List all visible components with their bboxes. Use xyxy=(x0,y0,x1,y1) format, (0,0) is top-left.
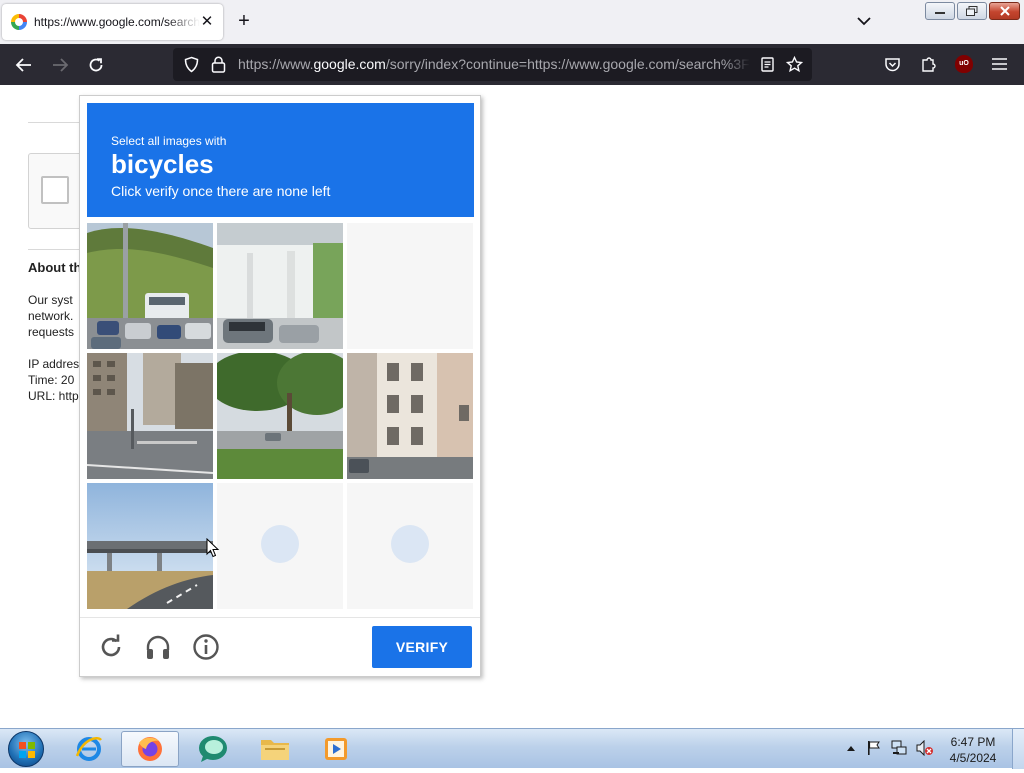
volume-muted-icon[interactable] xyxy=(916,740,934,756)
footer-divider xyxy=(80,617,480,618)
firefox-icon xyxy=(138,737,162,761)
minimize-icon[interactable] xyxy=(925,2,955,20)
taskbar-chat-app[interactable] xyxy=(184,731,242,767)
tab-bar: https://www.google.com/search?q ✕ + xyxy=(0,0,1024,44)
image-tile[interactable] xyxy=(347,223,473,349)
verify-button[interactable]: VERIFY xyxy=(372,626,472,668)
arrow-left-icon[interactable] xyxy=(13,54,35,76)
image-tile[interactable] xyxy=(347,353,473,479)
windows-taskbar: 6:47 PM 4/5/2024 xyxy=(0,728,1024,769)
about-text-line: requests xyxy=(28,325,75,339)
shield-icon[interactable] xyxy=(183,56,200,73)
image-tile[interactable] xyxy=(347,483,473,609)
google-g-icon xyxy=(11,14,27,30)
taskbar-internet-explorer[interactable] xyxy=(60,731,118,767)
info-icon[interactable] xyxy=(192,633,220,661)
image-tile[interactable] xyxy=(87,353,213,479)
arrow-right-icon[interactable] xyxy=(49,54,71,76)
clock-time: 6:47 PM xyxy=(950,735,996,749)
image-grid xyxy=(87,223,474,610)
image-tile[interactable] xyxy=(217,483,343,609)
url-host: google.com xyxy=(313,56,386,72)
challenge-header: Select all images with bicycles Click ve… xyxy=(87,103,474,217)
image-tile[interactable] xyxy=(87,223,213,349)
restore-icon[interactable] xyxy=(957,2,987,20)
clock-date: 4/5/2024 xyxy=(949,751,997,765)
plus-icon[interactable]: + xyxy=(234,11,254,31)
taskbar-clock[interactable]: 6:47 PM 4/5/2024 xyxy=(942,734,1004,766)
challenge-keyword: bicycles xyxy=(111,149,214,179)
reload-icon[interactable] xyxy=(85,54,107,76)
url-path: /sorry/index?continue=https://www.google… xyxy=(385,56,750,72)
url-text[interactable]: https://www.google.com/sorry/index?conti… xyxy=(238,56,750,72)
window-controls xyxy=(925,2,1022,20)
reader-view-icon[interactable] xyxy=(760,57,775,72)
reload-challenge-icon[interactable] xyxy=(97,633,125,661)
media-player-icon xyxy=(325,738,347,760)
tab-close-icon[interactable]: ✕ xyxy=(199,14,215,30)
taskbar-firefox[interactable] xyxy=(121,731,179,767)
recaptcha-challenge-dialog: Select all images with bicycles Click ve… xyxy=(79,95,481,677)
ublock-icon[interactable]: uO xyxy=(955,55,973,73)
challenge-subinstruction: Click verify once there are none left xyxy=(111,183,331,199)
selected-check-icon xyxy=(261,525,299,563)
request-meta: IP addres Time: 20 URL: http xyxy=(28,356,79,404)
show-hidden-icons-icon[interactable] xyxy=(846,744,856,752)
tab-title: https://www.google.com/search?q xyxy=(34,15,200,29)
taskbar-file-explorer[interactable] xyxy=(246,731,304,767)
pocket-icon[interactable] xyxy=(884,56,901,73)
challenge-instruction: Select all images with xyxy=(111,134,227,148)
time-line: Time: 20 xyxy=(28,373,75,387)
about-text: Our syst network. requests xyxy=(28,292,74,340)
chevron-down-icon[interactable] xyxy=(855,12,873,30)
extensions-icon[interactable] xyxy=(920,55,937,73)
selected-check-icon xyxy=(391,525,429,563)
bookmark-star-icon[interactable] xyxy=(786,56,803,73)
start-button[interactable] xyxy=(8,731,44,767)
about-text-line: network. xyxy=(28,309,74,323)
windows-logo-icon xyxy=(19,742,35,758)
network-icon[interactable] xyxy=(890,740,908,756)
url-line[interactable]: URL: http xyxy=(28,388,79,404)
about-text-line: Our syst xyxy=(28,293,73,307)
internet-explorer-icon xyxy=(75,737,102,761)
file-explorer-icon xyxy=(261,740,289,760)
image-tile[interactable] xyxy=(217,353,343,479)
image-tile[interactable] xyxy=(217,223,343,349)
audio-headphones-icon[interactable] xyxy=(144,633,172,661)
chat-app-icon xyxy=(199,736,227,762)
action-center-flag-icon[interactable] xyxy=(866,740,882,756)
browser-tab[interactable]: https://www.google.com/search?q ✕ xyxy=(2,4,223,40)
image-tile[interactable] xyxy=(87,483,213,609)
hamburger-menu-icon[interactable] xyxy=(991,56,1008,72)
url-bar[interactable]: https://www.google.com/sorry/index?conti… xyxy=(173,48,812,81)
navigation-toolbar: https://www.google.com/sorry/index?conti… xyxy=(0,44,1024,85)
lock-icon[interactable] xyxy=(211,56,226,73)
taskbar-media-player[interactable] xyxy=(307,731,365,767)
show-desktop-button[interactable] xyxy=(1012,729,1024,769)
about-heading: About th xyxy=(28,260,82,275)
ip-address-line: IP addres xyxy=(28,357,80,371)
ublock-badge-text: uO xyxy=(959,60,969,67)
close-icon[interactable] xyxy=(989,2,1020,20)
url-prefix: https://www. xyxy=(238,56,314,72)
mouse-cursor-icon xyxy=(206,538,220,558)
recaptcha-checkbox[interactable] xyxy=(41,176,69,204)
